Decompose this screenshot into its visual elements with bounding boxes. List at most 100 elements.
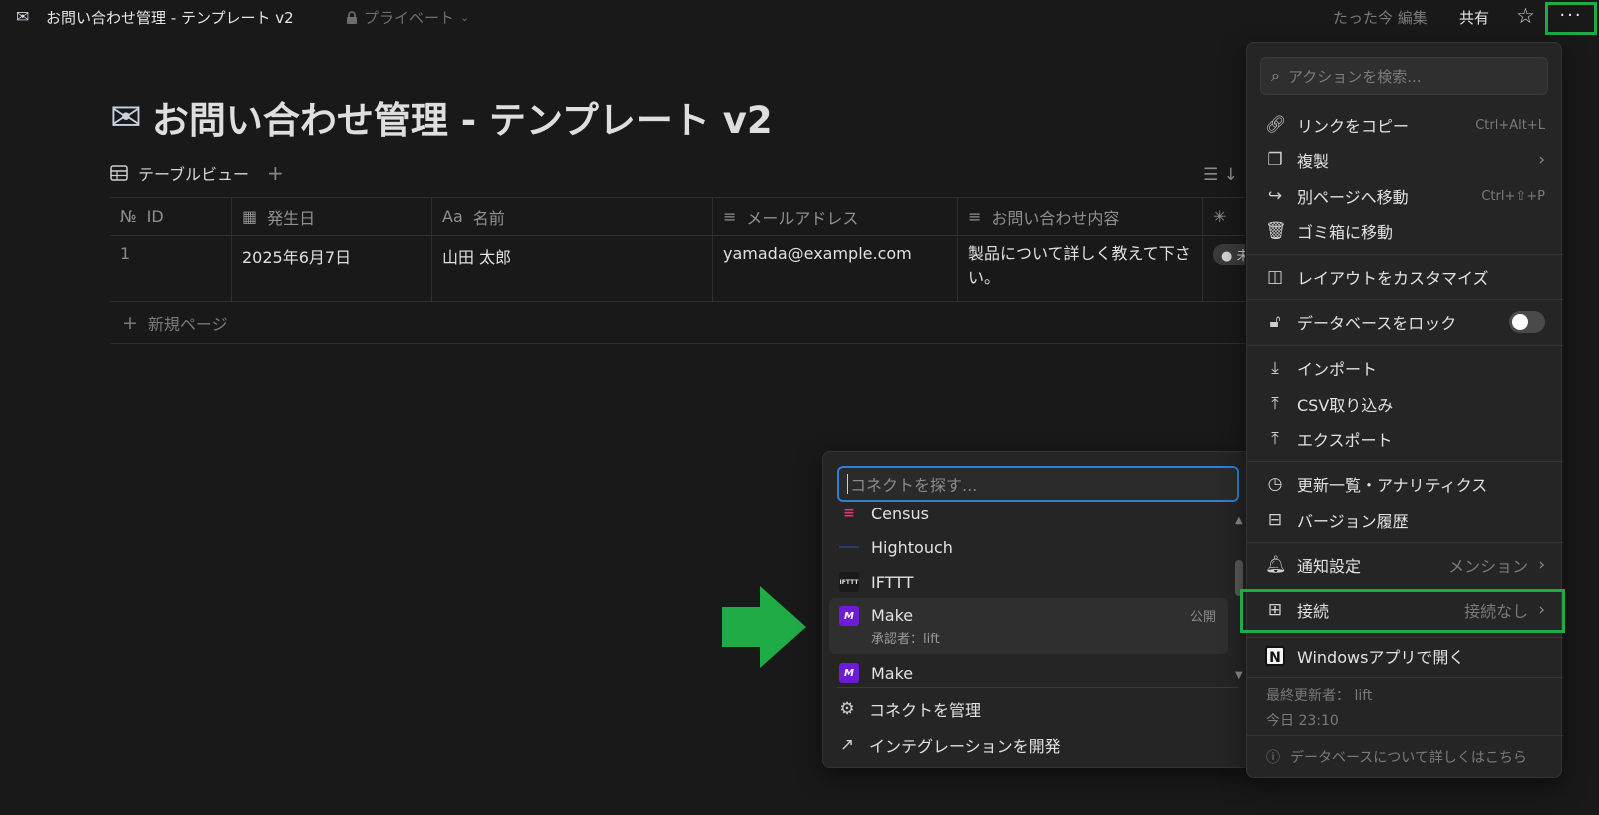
cell-date[interactable]: 2025年6月7日 [232, 236, 432, 301]
divider [1247, 542, 1563, 543]
divider [1247, 677, 1563, 678]
manage-connections-button[interactable]: ⚙ コネクトを管理 [837, 697, 981, 721]
table-header: № ID ▦ 発生日 Aa 名前 ≡ メールアドレス ≡ お問い合わせ内容 ✳ [110, 197, 1245, 236]
import-icon: ⤓ [1271, 358, 1279, 378]
history-icon: ⊟ [1267, 510, 1283, 530]
list-item-make-selected[interactable]: M Make 承認者：lift 公開 [829, 598, 1228, 654]
menu-item-import[interactable]: ⤓ インポート [1255, 351, 1555, 385]
page-title: ✉ お問い合わせ管理 - テンプレート v2 [110, 90, 773, 144]
view-tabs: テーブルビュー + [110, 158, 284, 188]
gear-icon: ⚙ [839, 699, 855, 719]
menu-item-notifications[interactable]: 🔔︎ 通知設定 メンション › [1255, 548, 1555, 582]
table-icon [110, 165, 128, 181]
divider [1247, 299, 1563, 300]
lock-icon [347, 10, 357, 24]
last-edited-by: 最終更新者： lift [1266, 688, 1373, 704]
add-view-icon[interactable]: + [267, 161, 284, 185]
divider [1247, 254, 1563, 255]
notion-icon: N [1265, 645, 1285, 666]
status-icon: ✳ [1213, 207, 1227, 226]
top-bar: ✉ お問い合わせ管理 - テンプレート v2 プライベート ⌄ たった今 編集 … [0, 0, 1599, 36]
header-email[interactable]: ≡ メールアドレス [713, 198, 958, 235]
calendar-icon: ▦ [242, 207, 258, 226]
breadcrumb-title[interactable]: お問い合わせ管理 - テンプレート v2 [46, 7, 294, 28]
layout-icon: ◫ [1266, 267, 1284, 287]
list-item[interactable]: Hightouch [829, 532, 1228, 562]
ifttt-icon: IFTTT [839, 572, 859, 592]
unlock-icon: 🔓︎ [1269, 312, 1281, 332]
header-status[interactable]: ✳ [1203, 198, 1245, 235]
menu-item-version-history[interactable]: ⊟ バージョン履歴 [1255, 503, 1555, 537]
export-icon: ⤒ [1271, 429, 1279, 449]
scroll-up-icon[interactable]: ▲ [1235, 515, 1243, 526]
menu-item-duplicate[interactable]: ❐ 複製 › [1255, 143, 1555, 177]
chevron-right-icon: › [1538, 150, 1545, 170]
menu-item-analytics[interactable]: ◷ 更新一覧・アナリティクス [1255, 467, 1555, 501]
cell-status[interactable]: ● 未 [1203, 236, 1245, 301]
trash-icon: 🗑︎ [1265, 221, 1287, 241]
text-caret [847, 474, 848, 494]
status-badge: ● 未 [1213, 244, 1245, 265]
develop-integration-link[interactable]: ↗ インテグレーションを開発 [837, 733, 1061, 757]
menu-item-open-windows-app[interactable]: N Windowsアプリで開く [1255, 639, 1555, 673]
cell-email[interactable]: yamada@example.com [713, 236, 958, 301]
duplicate-icon: ❐ [1267, 150, 1283, 170]
search-icon: ⌕ [1271, 66, 1280, 85]
plus-icon: + [122, 311, 138, 334]
star-icon[interactable]: ☆ [1516, 4, 1535, 28]
table-row[interactable]: 1 2025年6月7日 山田 太郎 yamada@example.com 製品に… [110, 236, 1245, 302]
connect-search-input[interactable]: コネクトを探す... [837, 466, 1239, 502]
bell-icon: 🔔︎ [1265, 555, 1287, 575]
cell-message[interactable]: 製品について詳しく教えて下さい。 [958, 236, 1203, 301]
new-page-button[interactable]: + 新規ページ [110, 302, 1245, 344]
more-options-menu: ⌕ アクションを検索... 🔗︎ リンクをコピー Ctrl+Alt+L ❐ 複製… [1240, 42, 1565, 778]
more-options-button[interactable]: ··· [1545, 2, 1597, 35]
list-item[interactable]: IFTTT IFTTT [829, 567, 1228, 597]
privacy-dropdown[interactable]: プライベート ⌄ [346, 7, 469, 28]
text-lines-icon: ≡ [968, 207, 982, 226]
divider [1247, 637, 1563, 638]
header-name[interactable]: Aa 名前 [432, 198, 713, 235]
menu-item-move[interactable]: ↪ 別ページへ移動 Ctrl+⇧+P [1255, 179, 1555, 213]
header-id[interactable]: № ID [110, 198, 232, 235]
new-page-label: 新規ページ [147, 314, 228, 334]
tab-table-view[interactable]: テーブルビュー [138, 161, 249, 185]
connect-popup: コネクトを探す... ≡ Census Hightouch IFTTT IFTT… [822, 451, 1251, 768]
hightouch-icon [839, 546, 859, 548]
envelope-icon: ✉ [110, 95, 142, 139]
scroll-down-icon[interactable]: ▼ [1235, 670, 1243, 681]
chevron-down-icon: ⌄ [460, 11, 470, 24]
menu-item-lock-database[interactable]: 🔓︎ データベースをロック [1255, 305, 1555, 339]
green-arrow-annotation [722, 586, 806, 668]
envelope-icon: ✉ [16, 7, 30, 26]
public-badge: 公開 [1189, 610, 1216, 625]
edited-status: たった今 編集 [1333, 9, 1428, 27]
make-icon: M [839, 663, 859, 683]
move-icon: ↪ [1267, 186, 1283, 206]
list-item[interactable]: M Make [829, 658, 1228, 688]
menu-item-export[interactable]: ⤒ エクスポート [1255, 422, 1555, 456]
database-table: № ID ▦ 発生日 Aa 名前 ≡ メールアドレス ≡ お問い合わせ内容 ✳ 1 202… [110, 197, 1245, 302]
menu-item-customize-layout[interactable]: ◫ レイアウトをカスタマイズ [1255, 260, 1555, 294]
divider [837, 687, 1239, 688]
privacy-label: プライベート [364, 9, 455, 27]
list-item[interactable]: ≡ Census [829, 508, 1228, 526]
menu-item-copy-link[interactable]: 🔗︎ リンクをコピー Ctrl+Alt+L [1255, 108, 1555, 142]
share-button[interactable]: 共有 [1459, 7, 1489, 28]
header-date[interactable]: ▦ 発生日 [232, 198, 432, 235]
last-edited-time: 今日 23:10 [1266, 713, 1339, 729]
page-title-text[interactable]: お問い合わせ管理 - テンプレート v2 [152, 90, 773, 144]
link-icon: 🔗︎ [1265, 115, 1287, 135]
menu-item-trash[interactable]: 🗑︎ ゴミ箱に移動 [1255, 214, 1555, 248]
lock-toggle[interactable] [1509, 311, 1545, 333]
menu-item-csv-import[interactable]: ⤒ CSV取り込み [1255, 387, 1555, 421]
header-message[interactable]: ≡ お問い合わせ内容 [958, 198, 1203, 235]
action-search-input[interactable]: ⌕ アクションを検索... [1260, 57, 1548, 95]
cell-id[interactable]: 1 [110, 236, 232, 301]
clock-icon: ◷ [1267, 474, 1283, 494]
filter-icon[interactable]: ☰ ↓ [1203, 165, 1238, 185]
cell-name[interactable]: 山田 太郎 [432, 236, 713, 301]
help-link[interactable]: ⓘ データベースについて詳しくはこちら [1266, 747, 1527, 767]
text-lines-icon: ≡ [723, 207, 737, 226]
divider [1247, 345, 1563, 346]
